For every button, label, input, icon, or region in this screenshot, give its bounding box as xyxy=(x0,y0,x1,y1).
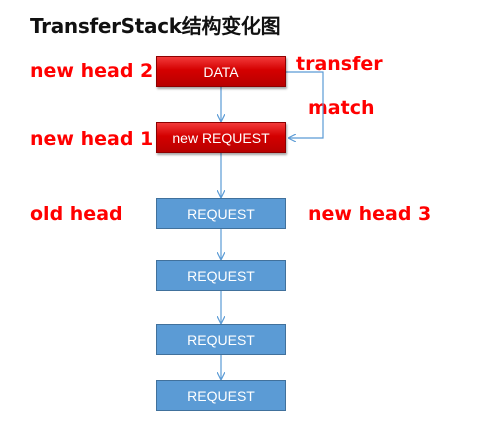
node-request-1-label: REQUEST xyxy=(187,205,255,222)
node-request-4-label: REQUEST xyxy=(187,387,255,404)
node-request-2: REQUEST xyxy=(156,260,286,291)
node-request-3-label: REQUEST xyxy=(187,331,255,348)
connector-match xyxy=(286,71,324,138)
node-data: DATA xyxy=(156,56,286,87)
node-new-request: new REQUEST xyxy=(156,122,286,153)
node-request-4: REQUEST xyxy=(156,380,286,411)
node-request-2-label: REQUEST xyxy=(187,267,255,284)
node-data-label: DATA xyxy=(203,63,239,80)
node-new-request-label: new REQUEST xyxy=(172,129,270,146)
node-request-1: REQUEST xyxy=(156,198,286,229)
node-request-3: REQUEST xyxy=(156,324,286,355)
